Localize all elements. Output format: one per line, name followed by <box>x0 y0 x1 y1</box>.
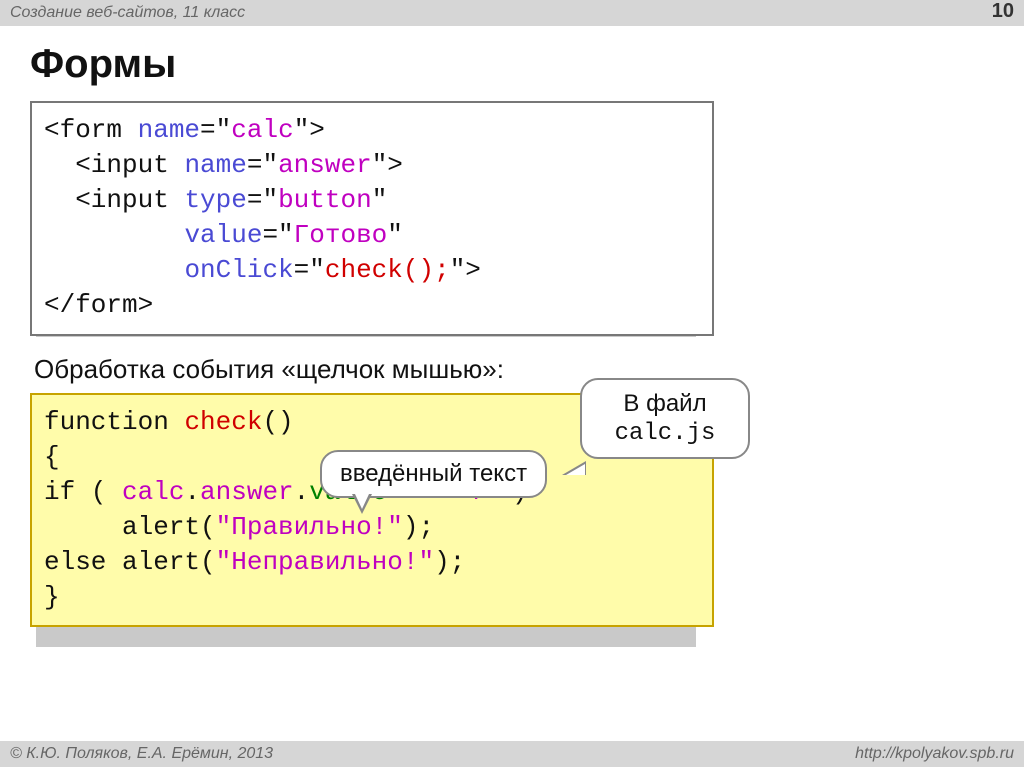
callout-file-hint-l1: В файл <box>623 390 706 417</box>
slide-header: Создание веб-сайтов, 11 класс 10 <box>0 0 1024 26</box>
code-block-html: <form name="calc"> <input name="answer">… <box>30 101 994 336</box>
speech-tail-icon <box>562 461 586 475</box>
callout-file-hint: В файл calc.js <box>580 378 750 459</box>
callout-input-text: введённый текст <box>320 450 547 498</box>
footer-credits: © К.Ю. Поляков, Е.А. Ерёмин, 2013 <box>10 741 273 767</box>
slide-content: Формы <form name="calc"> <input name="an… <box>0 26 1024 627</box>
page-number: 10 <box>992 0 1014 26</box>
callout-file-hint-l2: calc.js <box>615 420 716 447</box>
page-title: Формы <box>30 42 994 87</box>
code-block-js: function check() { if ( calc.answer.valu… <box>30 393 994 628</box>
slide-footer: © К.Ю. Поляков, Е.А. Ерёмин, 2013 http:/… <box>0 741 1024 767</box>
course-title: Создание веб-сайтов, 11 класс <box>10 0 245 26</box>
callout-input-text-label: введённый текст <box>340 460 527 487</box>
footer-url: http://kpolyakov.spb.ru <box>855 741 1014 767</box>
speech-tail-icon <box>352 494 372 514</box>
subheading: Обработка события «щелчок мышью»: <box>34 354 994 385</box>
code-block-html-body: <form name="calc"> <input name="answer">… <box>30 101 714 336</box>
